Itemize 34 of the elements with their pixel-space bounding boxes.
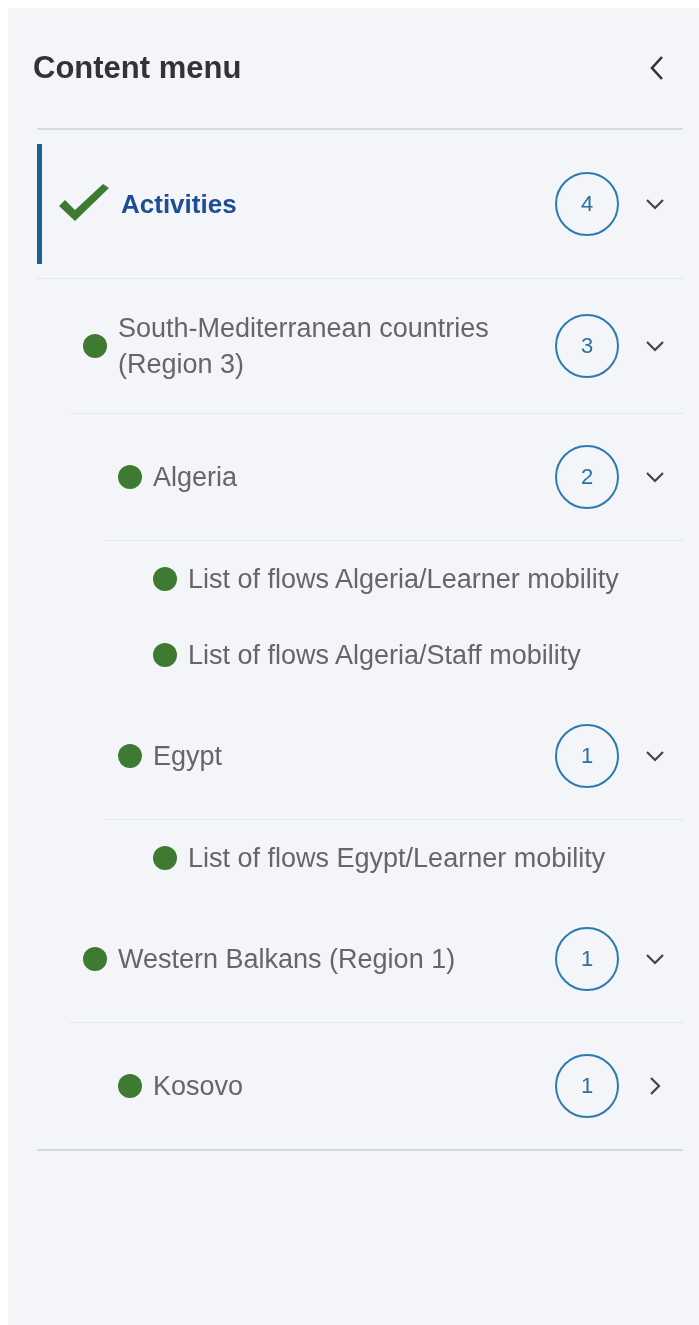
item-label: Activities <box>121 188 238 221</box>
tree-item[interactable]: List of flows Algeria/Learner mobility <box>140 541 683 617</box>
item-label: List of flows Egypt/Learner mobility <box>188 842 607 875</box>
tree-item[interactable]: Algeria 2 <box>105 414 683 540</box>
status-dot <box>83 334 107 358</box>
item-label: Egypt <box>153 740 224 773</box>
status-dot <box>118 1074 142 1098</box>
tree-item[interactable]: Western Balkans (Region 1) 1 <box>70 896 683 1022</box>
tree-item[interactable]: List of flows Algeria/Staff mobility <box>140 617 683 693</box>
count-badge: 2 <box>555 445 619 509</box>
status-dot <box>153 846 177 870</box>
menu-title: Content menu <box>33 50 242 86</box>
count-badge: 1 <box>555 1054 619 1118</box>
item-label: Western Balkans (Region 1) <box>118 943 457 976</box>
status-dot <box>153 643 177 667</box>
item-label: List of flows Algeria/Learner mobility <box>188 563 620 596</box>
check-icon <box>57 184 111 224</box>
status-dot <box>118 465 142 489</box>
count-badge: 4 <box>555 172 619 236</box>
tree-item[interactable]: Kosovo 1 <box>105 1023 683 1149</box>
status-dot <box>153 567 177 591</box>
item-label: Algeria <box>153 461 239 494</box>
tree-item[interactable]: Activities 4 <box>37 144 683 264</box>
count-badge: 1 <box>555 724 619 788</box>
tree-item[interactable]: South-Mediterranean countries (Region 3) 3 <box>70 279 683 413</box>
status-dot <box>83 947 107 971</box>
item-label: South-Mediterranean countries (Region 3) <box>118 312 490 381</box>
status-dot <box>118 744 142 768</box>
item-label: List of flows Algeria/Staff mobility <box>188 639 582 672</box>
tree-item[interactable]: List of flows Egypt/Learner mobility <box>140 820 683 896</box>
item-label: Kosovo <box>153 1070 245 1103</box>
count-badge: 3 <box>555 314 619 378</box>
count-badge: 1 <box>555 927 619 991</box>
tree-item[interactable]: Egypt 1 <box>105 693 683 819</box>
